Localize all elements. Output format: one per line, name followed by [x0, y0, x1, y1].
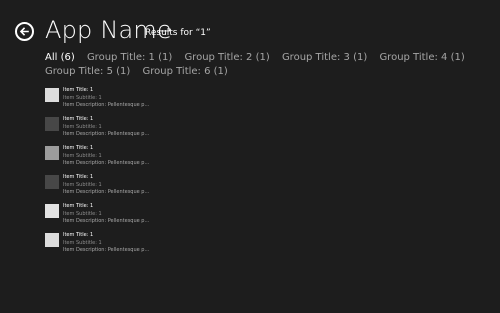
- item-thumbnail: [45, 146, 59, 160]
- filter-group-3[interactable]: Group Title: 3 (1): [282, 51, 367, 65]
- item-title: Item Title: 1: [63, 232, 94, 238]
- item-description: Item Description: Pellentesque p...: [63, 189, 150, 195]
- item-thumbnail: [45, 88, 59, 102]
- filter-group-1[interactable]: Group Title: 1 (1): [87, 51, 172, 65]
- item-description: Item Description: Pellentesque p...: [63, 160, 150, 166]
- results-list: Item Title: 1 Item Subtitle: 1 Item Desc…: [45, 87, 245, 262]
- result-item[interactable]: Item Title: 1 Item Subtitle: 1 Item Desc…: [45, 145, 245, 175]
- result-item[interactable]: Item Title: 1 Item Subtitle: 1 Item Desc…: [45, 116, 245, 146]
- item-subtitle: Item Subtitle: 1: [63, 94, 102, 101]
- item-description: Item Description: Pellentesque p...: [63, 247, 150, 253]
- item-description: Item Description: Pellentesque p...: [63, 131, 150, 137]
- item-subtitle: Item Subtitle: 1: [63, 181, 102, 188]
- item-subtitle: Item Subtitle: 1: [63, 123, 102, 130]
- result-item[interactable]: Item Title: 1 Item Subtitle: 1 Item Desc…: [45, 203, 245, 233]
- back-button[interactable]: [15, 22, 34, 41]
- filter-group-4[interactable]: Group Title: 4 (1): [379, 51, 464, 65]
- filter-all[interactable]: All (6): [45, 51, 75, 65]
- item-description: Item Description: Pellentesque p...: [63, 218, 150, 224]
- result-item[interactable]: Item Title: 1 Item Subtitle: 1 Item Desc…: [45, 232, 245, 262]
- item-title: Item Title: 1: [63, 116, 94, 122]
- filter-group-5[interactable]: Group Title: 5 (1): [45, 65, 130, 79]
- result-item[interactable]: Item Title: 1 Item Subtitle: 1 Item Desc…: [45, 174, 245, 204]
- item-title: Item Title: 1: [63, 145, 94, 151]
- filter-bar: All (6) Group Title: 1 (1) Group Title: …: [45, 51, 485, 79]
- item-thumbnail: [45, 175, 59, 189]
- result-item[interactable]: Item Title: 1 Item Subtitle: 1 Item Desc…: [45, 87, 245, 117]
- item-thumbnail: [45, 204, 59, 218]
- item-description: Item Description: Pellentesque p...: [63, 102, 150, 108]
- item-thumbnail: [45, 233, 59, 247]
- item-thumbnail: [45, 117, 59, 131]
- results-label: Results for “1”: [145, 28, 211, 38]
- item-subtitle: Item Subtitle: 1: [63, 239, 102, 246]
- filter-group-6[interactable]: Group Title: 6 (1): [143, 65, 228, 79]
- filter-group-2[interactable]: Group Title: 2 (1): [184, 51, 269, 65]
- item-subtitle: Item Subtitle: 1: [63, 210, 102, 217]
- item-title: Item Title: 1: [63, 203, 94, 209]
- item-subtitle: Item Subtitle: 1: [63, 152, 102, 159]
- item-title: Item Title: 1: [63, 87, 94, 93]
- back-arrow-icon: [19, 27, 29, 36]
- item-title: Item Title: 1: [63, 174, 94, 180]
